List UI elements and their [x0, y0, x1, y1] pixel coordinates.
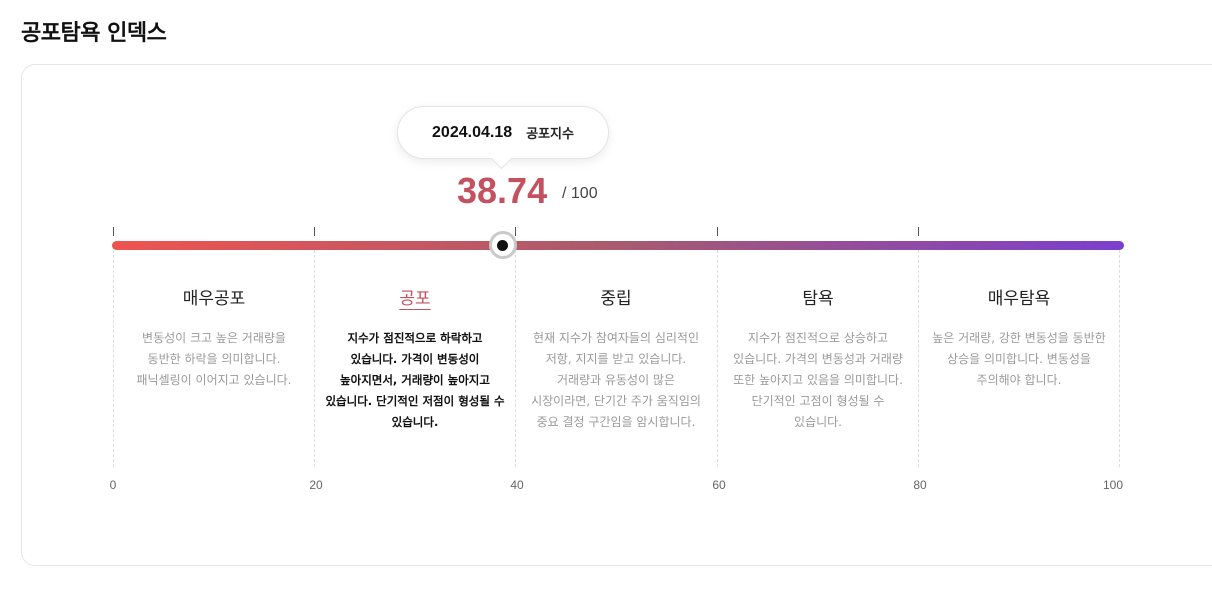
- zone-description: 높은 거래량, 강한 변동성을 동반한 상승을 의미합니다. 변동성을 주의해야…: [932, 331, 1106, 387]
- axis-label: 100: [1102, 478, 1124, 492]
- gauge-marker[interactable]: [488, 231, 517, 259]
- zone-extreme-fear: 매우공포 변동성이 크고 높은 거래량을 동반한 하락을 의미합니다. 패닉셀링…: [113, 286, 315, 391]
- scale-tick: [515, 227, 516, 236]
- score-max: / 100: [562, 185, 598, 202]
- gauge-marker-dot: [497, 239, 509, 251]
- axis-label: 80: [913, 478, 927, 492]
- date-tooltip: 2024.04.18 공포지수: [397, 106, 609, 159]
- axis-label: 40: [510, 478, 524, 492]
- score-value: 38.74: [457, 170, 548, 211]
- scale-tick: [113, 227, 114, 236]
- zone-description: 지수가 점진적으로 하락하고 있습니다. 가격이 변동성이 높아지면서, 거래량…: [325, 331, 505, 429]
- page-title: 공포탐욕 인덱스: [21, 21, 167, 46]
- axis-label: 20: [309, 478, 323, 492]
- zone-description: 지수가 점진적으로 상승하고 있습니다. 가격의 변동성과 거래량 또한 높아지…: [733, 331, 903, 429]
- zone-title: 공포: [399, 289, 431, 309]
- zone-title: 매우공포: [182, 289, 246, 309]
- zone-title: 매우탐욕: [987, 289, 1051, 309]
- zone-fear: 공포 지수가 점진적으로 하락하고 있습니다. 가격이 변동성이 높아지면서, …: [314, 286, 516, 433]
- axis-label: 60: [712, 478, 726, 492]
- scale-tick: [717, 227, 718, 236]
- tooltip-date: 2024.04.18: [432, 123, 513, 141]
- scale-tick: [918, 227, 919, 236]
- zone-title: 탐욕: [802, 289, 834, 309]
- zone-extreme-greed: 매우탐욕 높은 거래량, 강한 변동성을 동반한 상승을 의미합니다. 변동성을…: [918, 286, 1120, 391]
- zone-greed: 탐욕 지수가 점진적으로 상승하고 있습니다. 가격의 변동성과 거래량 또한 …: [717, 286, 919, 433]
- zone-title: 중립: [600, 289, 632, 309]
- scale-tick: [314, 227, 315, 236]
- axis-label: 0: [109, 478, 117, 492]
- zone-description: 현재 지수가 참여자들의 심리적인 저항, 지지를 받고 있습니다. 거래량과 …: [531, 331, 701, 429]
- zone-neutral: 중립 현재 지수가 참여자들의 심리적인 저항, 지지를 받고 있습니다. 거래…: [515, 286, 717, 433]
- tooltip-label: 공포지수: [526, 127, 574, 142]
- gauge-bar: [112, 241, 1124, 250]
- zone-description: 변동성이 크고 높은 거래량을 동반한 하락을 의미합니다. 패닉셀링이 이어지…: [136, 331, 292, 387]
